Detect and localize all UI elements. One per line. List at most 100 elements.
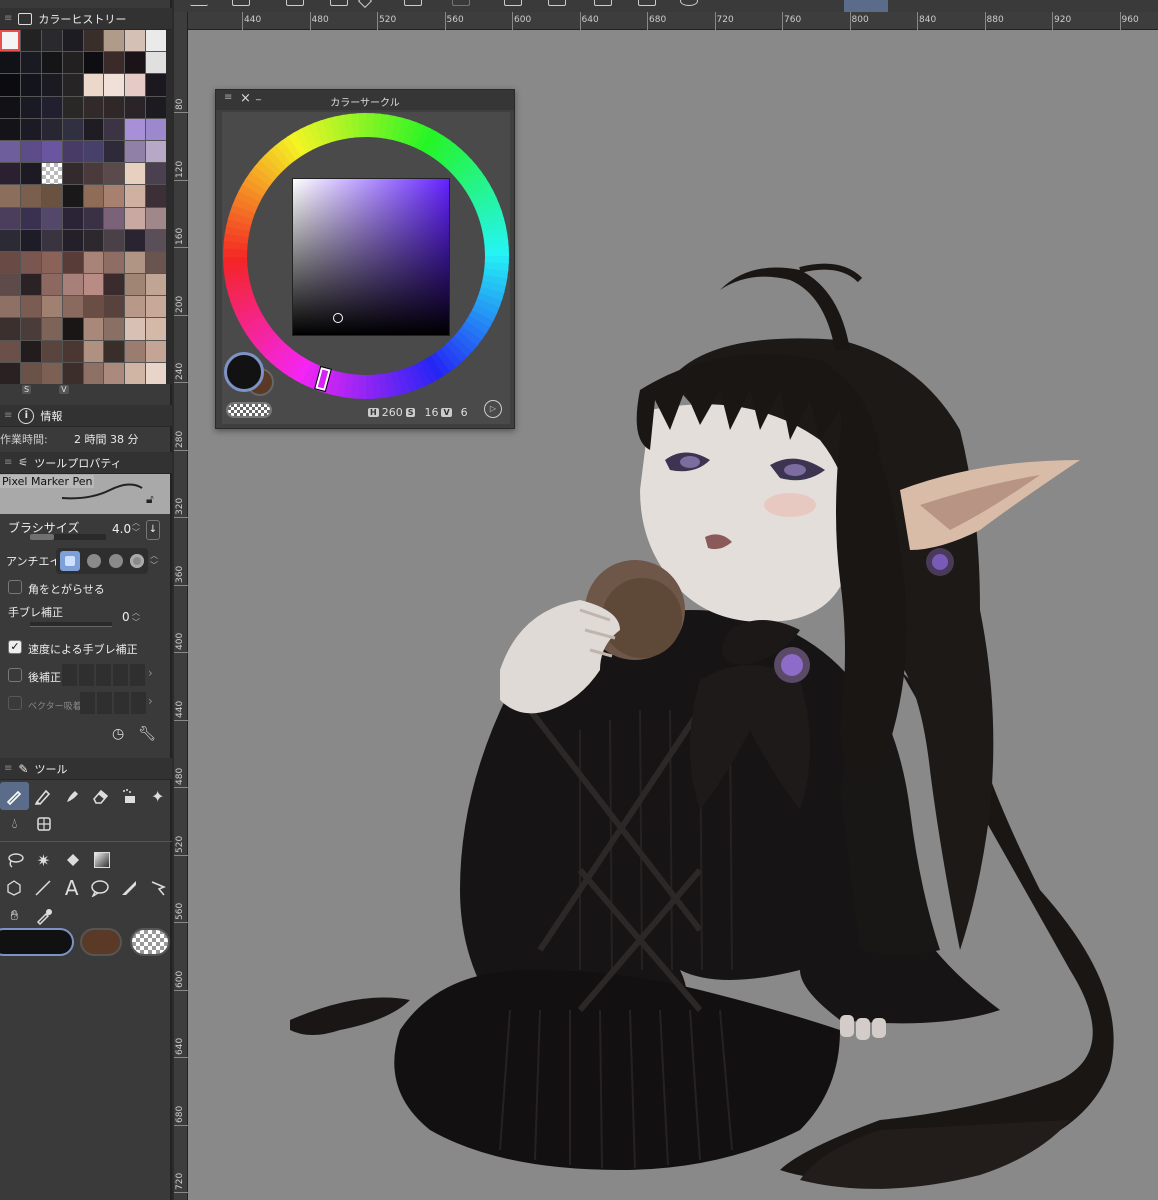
color-swatch[interactable]: [62, 140, 83, 163]
fill-icon[interactable]: [330, 0, 348, 6]
color-swatch[interactable]: [20, 207, 41, 229]
tools-header[interactable]: ≡ ✎ ツール: [0, 758, 172, 780]
color-swatch[interactable]: [0, 163, 20, 185]
color-swatch[interactable]: [62, 274, 83, 296]
grip-icon[interactable]: ≡: [4, 13, 12, 24]
color-swatch[interactable]: [104, 251, 125, 274]
color-swatch[interactable]: [83, 362, 104, 384]
color-history-header[interactable]: ≡ カラーヒストリー: [0, 8, 172, 30]
color-swatch[interactable]: [41, 74, 62, 96]
color-swatch[interactable]: [0, 118, 20, 140]
antialias-strong-option[interactable]: [130, 554, 145, 568]
color-swatch[interactable]: [41, 229, 62, 251]
main-color-chip[interactable]: [0, 928, 74, 956]
color-swatch[interactable]: [104, 30, 125, 52]
color-swatch[interactable]: [83, 74, 104, 96]
color-swatch[interactable]: [125, 318, 146, 340]
color-swatch[interactable]: [104, 340, 125, 362]
color-swatch[interactable]: [104, 207, 125, 229]
color-swatch[interactable]: [0, 318, 20, 340]
chevron-right-icon[interactable]: ›: [148, 694, 153, 708]
color-swatch[interactable]: [83, 96, 104, 118]
color-swatch[interactable]: [41, 274, 62, 296]
color-swatch[interactable]: [62, 362, 83, 384]
download-icon[interactable]: ↓: [146, 520, 160, 540]
color-swatch[interactable]: [20, 118, 41, 140]
color-swatch[interactable]: [146, 30, 166, 52]
stabilization-value[interactable]: 0: [122, 610, 130, 624]
color-swatch[interactable]: [0, 251, 20, 274]
post-correction-checkbox[interactable]: [8, 668, 22, 682]
wrench-icon[interactable]: 🔧︎: [138, 726, 156, 742]
sv-cursor[interactable]: [333, 312, 344, 323]
color-swatch[interactable]: [104, 362, 125, 384]
color-swatch[interactable]: [146, 207, 166, 229]
color-swatch[interactable]: [20, 52, 41, 74]
menu-icon[interactable]: [190, 0, 208, 6]
tool-property-header[interactable]: ≡ ⚟ ツールプロパティ: [0, 452, 172, 474]
antialias-none-option[interactable]: [59, 551, 80, 571]
color-swatch[interactable]: [41, 296, 62, 318]
color-swatch[interactable]: [41, 30, 62, 52]
lasso-tool-icon[interactable]: [0, 846, 29, 874]
color-swatch[interactable]: [146, 362, 166, 384]
color-swatch[interactable]: [104, 96, 125, 118]
color-swatch[interactable]: [146, 251, 166, 274]
hue-segment[interactable]: [223, 248, 248, 258]
color-swatch[interactable]: [20, 96, 41, 118]
color-swatch[interactable]: [41, 251, 62, 274]
color-swatch[interactable]: [20, 30, 41, 52]
color-swatch[interactable]: [20, 163, 41, 185]
airbrush-tool-icon[interactable]: [115, 782, 144, 810]
color-swatch[interactable]: [0, 340, 20, 362]
color-swatch[interactable]: [62, 340, 83, 362]
color-swatch[interactable]: [104, 274, 125, 296]
color-swatch[interactable]: [62, 185, 83, 207]
sub-color-chip[interactable]: [80, 928, 122, 956]
transform-icon[interactable]: [504, 0, 522, 6]
color-swatch[interactable]: [62, 74, 83, 96]
color-swatch[interactable]: [146, 96, 166, 118]
color-swatch[interactable]: [62, 296, 83, 318]
pencil-tool-icon[interactable]: [29, 782, 58, 810]
color-swatch[interactable]: [0, 296, 20, 318]
color-swatch[interactable]: [104, 318, 125, 340]
color-swatch[interactable]: [0, 362, 20, 384]
color-swatch[interactable]: [20, 229, 41, 251]
color-swatch[interactable]: [0, 30, 20, 52]
select-all-icon[interactable]: [548, 0, 566, 6]
speed-stabilization-checkbox[interactable]: ✓: [8, 640, 22, 654]
color-swatch[interactable]: [125, 118, 146, 140]
color-swatch[interactable]: [0, 229, 20, 251]
color-swatch[interactable]: [146, 140, 166, 163]
stabilization-slider[interactable]: [30, 622, 112, 627]
color-swatch[interactable]: [146, 274, 166, 296]
brush-tool-icon[interactable]: [57, 782, 86, 810]
color-swatch[interactable]: [0, 140, 20, 163]
color-swatch[interactable]: [20, 140, 41, 163]
save-icon[interactable]: [232, 0, 250, 6]
color-swatch[interactable]: [41, 118, 62, 140]
color-swatch[interactable]: [62, 229, 83, 251]
grip-icon[interactable]: ≡: [4, 457, 12, 468]
color-swatch[interactable]: [104, 140, 125, 163]
color-swatch[interactable]: [62, 163, 83, 185]
color-swatch[interactable]: [41, 318, 62, 340]
color-swatch[interactable]: [20, 296, 41, 318]
pen-tool-icon[interactable]: [0, 782, 29, 810]
color-swatch[interactable]: [62, 251, 83, 274]
color-swatch[interactable]: [83, 207, 104, 229]
color-swatch[interactable]: [104, 163, 125, 185]
color-swatch[interactable]: [20, 340, 41, 362]
color-swatch[interactable]: [62, 207, 83, 229]
color-swatch[interactable]: [20, 274, 41, 296]
color-swatch[interactable]: [125, 274, 146, 296]
color-swatch[interactable]: [20, 251, 41, 274]
undo-icon[interactable]: [404, 0, 422, 6]
stepper-icon[interactable]: ︿ ﹀: [150, 551, 158, 571]
gradient-tool-icon[interactable]: [87, 846, 116, 874]
color-swatch[interactable]: [104, 229, 125, 251]
paste-icon[interactable]: [638, 0, 656, 6]
color-swatch[interactable]: [41, 52, 62, 74]
color-swatch[interactable]: [0, 207, 20, 229]
